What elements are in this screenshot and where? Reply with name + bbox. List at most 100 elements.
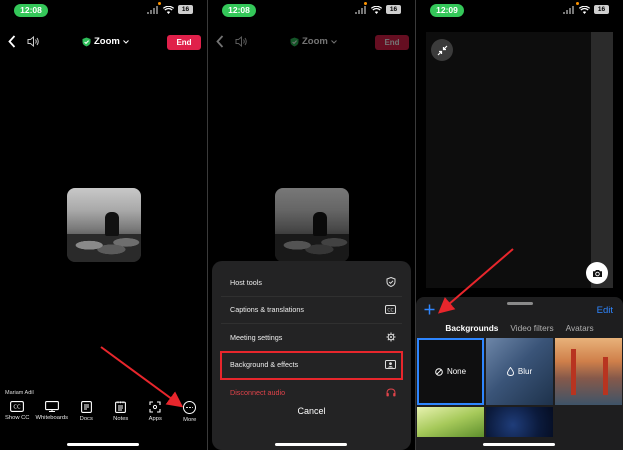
photo-rocks xyxy=(275,233,349,262)
wifi-icon xyxy=(163,5,174,14)
background-blur[interactable]: Blur xyxy=(486,338,553,405)
home-indicator xyxy=(67,443,139,446)
backgrounds-sheet: Edit Backgrounds Video filters Avatars N… xyxy=(416,297,623,450)
whiteboards-button[interactable]: Whiteboards xyxy=(35,401,69,428)
background-none[interactable]: None xyxy=(417,338,484,405)
collapse-icon xyxy=(437,45,447,55)
photo-figure xyxy=(313,212,327,236)
background-grass[interactable] xyxy=(417,407,484,437)
status-time: 12:08 xyxy=(222,4,256,17)
menu-item-background-effects[interactable]: Background & effects xyxy=(220,350,403,380)
tab-video-filters[interactable]: Video filters xyxy=(510,323,553,333)
gear-icon xyxy=(386,332,396,342)
thumbnail-label: None xyxy=(446,367,467,376)
more-menu-sheet: Host tools Captions & translations CC Me… xyxy=(212,261,411,450)
cc-icon: CC xyxy=(10,401,25,412)
meeting-screen: 12:08 16 Zoom End Mariam Adil CC Show CC… xyxy=(0,0,207,450)
end-meeting-button: End xyxy=(375,35,409,50)
docs-icon xyxy=(80,401,92,413)
docs-button[interactable]: Docs xyxy=(69,401,103,428)
toolbar-label: Apps xyxy=(148,416,162,422)
wifi-icon xyxy=(371,5,382,14)
plus-icon xyxy=(424,304,435,315)
menu-item-meeting-settings[interactable]: Meeting settings xyxy=(221,324,402,352)
shield-icon xyxy=(290,37,299,46)
switch-camera-button[interactable] xyxy=(586,262,608,284)
speaker-icon[interactable] xyxy=(27,36,40,47)
portrait-icon xyxy=(385,360,396,370)
camera-switch-icon xyxy=(592,269,602,277)
home-indicator xyxy=(483,443,555,446)
apps-button[interactable]: Apps xyxy=(138,401,172,428)
cancel-button[interactable]: Cancel xyxy=(212,406,411,416)
status-icons: 16 xyxy=(147,5,193,14)
participant-photo xyxy=(275,188,349,262)
battery-indicator: 16 xyxy=(386,5,401,14)
background-golden-gate[interactable] xyxy=(555,338,622,405)
shield-icon xyxy=(386,277,396,288)
notes-icon xyxy=(115,401,127,413)
chevron-down-icon xyxy=(331,39,337,44)
toolbar-label: More xyxy=(183,417,197,423)
toolbar-label: Show CC xyxy=(5,415,30,421)
speaker-icon xyxy=(235,36,247,47)
participant-video-tile xyxy=(275,188,349,262)
more-menu-screen: 12:08 16 Zoom End Host tools Captions & … xyxy=(208,0,415,450)
toolbar-label: Notes xyxy=(113,416,129,422)
apps-icon xyxy=(149,401,161,413)
background-empty-slot xyxy=(555,407,622,437)
show-cc-button[interactable]: CC Show CC xyxy=(0,401,34,428)
effects-tabs: Backgrounds Video filters Avatars xyxy=(416,323,623,333)
more-button[interactable]: More xyxy=(173,401,207,428)
signal-icon xyxy=(355,5,366,14)
back-chevron-icon xyxy=(216,35,224,48)
wifi-icon xyxy=(579,5,590,14)
meeting-toolbar: CC Show CC Whiteboards Docs Notes Apps M… xyxy=(0,401,207,428)
notes-button[interactable]: Notes xyxy=(104,401,138,428)
whiteboard-icon xyxy=(44,401,59,412)
tab-backgrounds[interactable]: Backgrounds xyxy=(445,323,498,333)
status-time: 12:08 xyxy=(14,4,48,17)
svg-text:CC: CC xyxy=(387,308,393,314)
tab-avatars[interactable]: Avatars xyxy=(566,323,594,333)
menu-item-label: Background & effects xyxy=(230,360,299,370)
menu-item-label: Captions & translations xyxy=(230,305,304,315)
photo-figure xyxy=(105,212,119,236)
minimize-preview-button[interactable] xyxy=(431,39,453,61)
end-meeting-button[interactable]: End xyxy=(167,35,201,50)
droplet-icon xyxy=(506,367,514,376)
meeting-header: Zoom End xyxy=(0,33,207,53)
back-chevron-icon[interactable] xyxy=(8,35,16,48)
cc-icon: CC xyxy=(385,305,396,315)
menu-item-label: Meeting settings xyxy=(230,332,283,342)
participant-video-tile[interactable] xyxy=(67,188,141,262)
menu-item-disconnect-audio[interactable]: Disconnect audio xyxy=(221,379,402,407)
preview-edge xyxy=(591,32,613,288)
sheet-grabber[interactable] xyxy=(507,302,533,305)
meeting-title: Zoom xyxy=(94,36,120,47)
signal-icon xyxy=(147,5,158,14)
add-background-button[interactable] xyxy=(424,302,435,319)
menu-item-captions[interactable]: Captions & translations CC xyxy=(221,297,402,324)
participant-photo xyxy=(67,188,141,262)
none-icon xyxy=(435,367,443,376)
camera-preview xyxy=(426,32,613,288)
more-menu-list: Host tools Captions & translations CC Me… xyxy=(220,269,403,407)
battery-indicator: 16 xyxy=(178,5,193,14)
chevron-down-icon xyxy=(123,39,129,44)
edit-button[interactable]: Edit xyxy=(597,305,613,316)
background-effects-screen: 12:09 16 Edit Backgrounds Video filters … xyxy=(416,0,623,450)
background-space[interactable] xyxy=(486,407,553,437)
meeting-title-dropdown[interactable]: Zoom xyxy=(82,36,129,47)
menu-item-label: Host tools xyxy=(230,277,262,287)
meeting-header: Zoom End xyxy=(208,33,415,53)
status-time: 12:09 xyxy=(430,4,464,17)
headphones-icon xyxy=(386,388,396,397)
menu-item-label: Disconnect audio xyxy=(230,388,286,398)
status-icons: 16 xyxy=(563,5,609,14)
menu-item-host-tools[interactable]: Host tools xyxy=(221,269,402,297)
battery-indicator: 16 xyxy=(594,5,609,14)
shield-icon xyxy=(82,37,91,46)
meeting-title-dropdown: Zoom xyxy=(290,36,337,47)
photo-rocks xyxy=(67,233,141,262)
